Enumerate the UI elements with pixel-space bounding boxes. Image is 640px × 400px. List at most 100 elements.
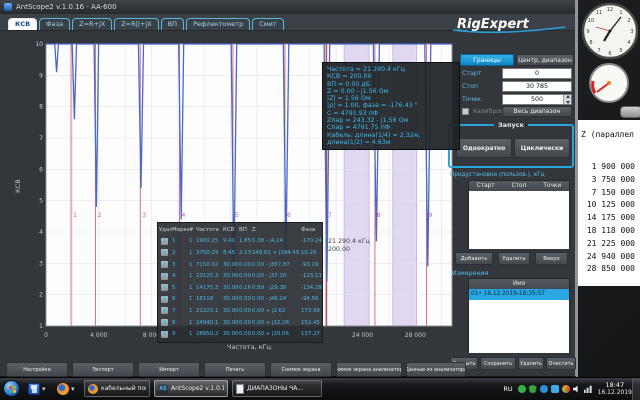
- marker-cell: 1: [189, 285, 196, 291]
- system-tray: RU 18:47 16.12.2019: [503, 378, 632, 400]
- chevron-down-icon[interactable]: ▾: [42, 386, 46, 393]
- taskbar-button[interactable]: ASAntScope2 v.1.0.1...: [154, 380, 228, 397]
- run-cyclic-button[interactable]: Циклически: [514, 138, 570, 158]
- toolbar-button[interactable]: Снимок экрана: [270, 362, 332, 377]
- y-tick-label: 4: [39, 229, 43, 236]
- run-group-title: Запуск: [494, 121, 528, 129]
- taskbar: ▾ ▾ кабельный повт...ASAntScope2 v.1.0.1…: [0, 377, 640, 400]
- taskbar-button-label: AntScope2 v.1.0.1...: [171, 385, 224, 392]
- network-icon[interactable]: [584, 385, 592, 393]
- doc-value-line: 21 225 000: [578, 238, 640, 251]
- tray-date: 16.12.2019: [598, 389, 632, 396]
- marker-cell: -170.24: [301, 238, 322, 244]
- marker-delete-button[interactable]: X: [161, 261, 168, 268]
- gauge-gadget[interactable]: [587, 61, 631, 105]
- toolbar-button[interactable]: Импорт: [138, 362, 200, 377]
- marker-cell: 30.00: [223, 262, 239, 268]
- calibration-checkbox[interactable]: [462, 108, 469, 115]
- marker-delete-button[interactable]: X: [161, 296, 168, 303]
- marker-delete-button[interactable]: X: [161, 249, 168, 256]
- marker-delete-button[interactable]: X: [161, 284, 168, 291]
- toolbar-button[interactable]: Настройки: [6, 362, 68, 377]
- clear-button[interactable]: Очистить: [546, 357, 576, 370]
- band-number: 6: [287, 212, 291, 219]
- swr-chart[interactable]: 12345678904 0008 00012 00016 00020 00024…: [8, 36, 456, 358]
- firefox-quicklaunch-icon[interactable]: [57, 383, 69, 395]
- svg-text:RigExpert: RigExpert: [457, 17, 530, 32]
- toolbar-button[interactable]: Снимок экрана анализатора: [336, 362, 402, 377]
- chevron-down-icon[interactable]: ▾: [71, 386, 75, 393]
- tray-blue-circle-icon[interactable]: [540, 385, 548, 393]
- tab-фаза[interactable]: Фаза: [39, 18, 70, 30]
- doc-value-line: 24 940 000: [578, 251, 640, 264]
- measurements-table[interactable]: Имя 01• 16.12.2019-18:35:57: [468, 278, 570, 352]
- tray-blue-square-icon[interactable]: [551, 385, 559, 393]
- tab-вп[interactable]: ВП: [161, 18, 184, 30]
- tray-color-icon[interactable]: [562, 385, 570, 393]
- save-button[interactable]: Сохранить: [480, 357, 516, 370]
- marker-cell: 2: [172, 250, 189, 256]
- marker-cell: 18118: [196, 296, 223, 302]
- bounds-mode-button[interactable]: Границы: [460, 54, 514, 66]
- marker-cell: 7: [172, 308, 189, 314]
- toolbar-button[interactable]: Данные из анализатора: [406, 362, 466, 377]
- marker-cell: 6: [172, 296, 189, 302]
- marker-cell: 0.00 + j2.62: [252, 308, 301, 314]
- marker-delete-button[interactable]: X: [161, 307, 168, 314]
- marker-cell: 9: [172, 331, 189, 337]
- measurement-item[interactable]: 01• 16.12.2019-18:35:57: [469, 289, 569, 300]
- tab-z=r||+jx[interactable]: Z=R||+jX: [114, 18, 159, 30]
- marker-cell: 28850.2: [196, 331, 223, 337]
- marker-delete-button[interactable]: X: [161, 319, 168, 326]
- volume-icon[interactable]: [573, 385, 581, 393]
- notepad-document[interactable]: Z (параллел 1 900 0003 750 0007 150 0001…: [577, 120, 640, 286]
- svg-text:5: 5: [619, 48, 622, 54]
- points-input[interactable]: [502, 94, 572, 105]
- svg-text:9: 9: [586, 29, 589, 35]
- presets-table-body[interactable]: [469, 191, 569, 249]
- marker-delete-button[interactable]: X: [161, 273, 168, 280]
- start-button[interactable]: [3, 380, 20, 397]
- preset-add-button[interactable]: Добавить: [455, 252, 493, 265]
- tray-green-dot-icon[interactable]: [518, 385, 526, 393]
- run-once-button[interactable]: Однократно: [456, 138, 512, 158]
- full-range-button[interactable]: Весь диапазон: [502, 106, 572, 117]
- save-quicklaunch-icon[interactable]: [28, 383, 40, 395]
- tab-ксв[interactable]: КСВ: [8, 18, 37, 30]
- language-indicator[interactable]: RU: [503, 385, 512, 393]
- marker-delete-button[interactable]: X: [161, 238, 168, 245]
- tab-рефлектометр[interactable]: Рефлектометр: [186, 18, 250, 30]
- presets-col-header: Стоп: [502, 183, 535, 189]
- y-tick-label: 6: [39, 166, 43, 173]
- center-span-mode-button[interactable]: Центр, диапазон: [516, 54, 574, 66]
- preset-up-button[interactable]: Вверх: [535, 252, 568, 265]
- taskbar-button[interactable]: ДИАПАЗОНЫ ЧА...: [232, 380, 322, 397]
- tab-смит[interactable]: Смит: [252, 18, 283, 30]
- show-desktop-button[interactable]: [632, 378, 640, 400]
- preset-remove-button[interactable]: Удалить: [498, 252, 530, 265]
- start-input[interactable]: [502, 68, 572, 79]
- svg-text:3: 3: [630, 29, 633, 35]
- marker-row: X4110125.330.000.000.00 - j37.16-123.11: [159, 270, 322, 282]
- tray-clock[interactable]: 18:47 16.12.2019: [598, 382, 632, 396]
- gadget-option-button[interactable]: [620, 106, 640, 118]
- toolbar-button[interactable]: Печать: [204, 362, 266, 377]
- marker-delete-button[interactable]: X: [161, 331, 168, 338]
- taskbar-button[interactable]: кабельный повт...: [84, 380, 150, 397]
- tray-shield-icon[interactable]: [529, 385, 537, 393]
- marker-cell: 0.00 - j46.24: [252, 296, 301, 302]
- presets-table[interactable]: СтартСтопТочки: [468, 180, 570, 248]
- points-spinner[interactable]: [563, 95, 571, 104]
- marker-cell: 24940.1: [196, 320, 223, 326]
- delete-button[interactable]: Удалить: [518, 357, 544, 370]
- x-tick-label: 4 000: [90, 332, 107, 339]
- titlebar[interactable]: AntScope2 v.1.0.16 - AA-600: [0, 0, 575, 14]
- stop-input[interactable]: [502, 81, 572, 92]
- tab-z=r+jx[interactable]: Z=R+jX: [72, 18, 112, 30]
- tooltip-line: C = 4791.93 пФ: [327, 110, 455, 117]
- marker-cell: 30.00: [223, 273, 239, 279]
- clock-gadget[interactable]: 1212 345 678 91011: [581, 2, 639, 60]
- toolbar-button[interactable]: Экспорт: [72, 362, 134, 377]
- marker-col-header: ВП: [239, 227, 252, 233]
- windows-flag-icon: [9, 386, 16, 394]
